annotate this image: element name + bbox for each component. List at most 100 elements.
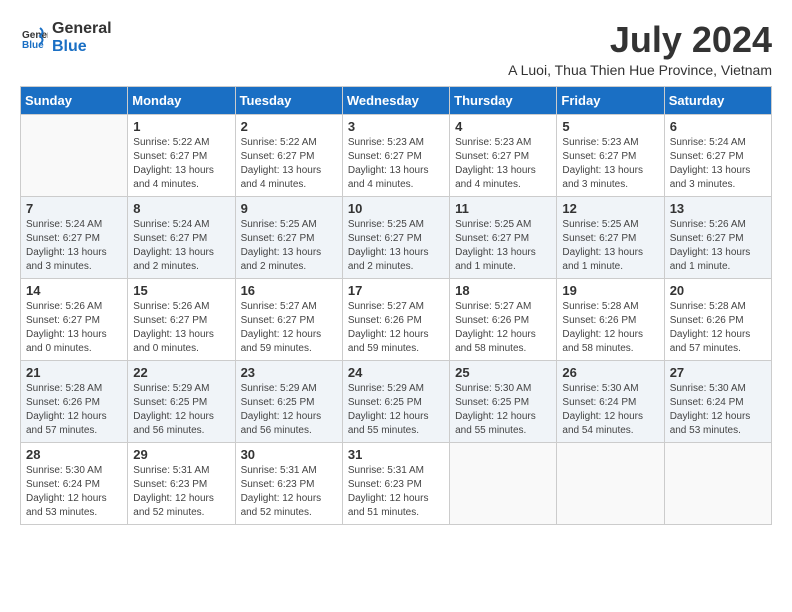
- calendar-cell: 1 Sunrise: 5:22 AMSunset: 6:27 PMDaylight…: [128, 114, 235, 196]
- day-header-friday: Friday: [557, 86, 664, 114]
- logo-general: General: [52, 20, 112, 38]
- calendar-cell: 7 Sunrise: 5:24 AMSunset: 6:27 PMDaylight…: [21, 196, 128, 278]
- day-number: 10: [348, 201, 444, 216]
- calendar-cell: 30Sunrise: 5:31 AMSunset: 6:23 PMDayligh…: [235, 442, 342, 524]
- day-number: 21: [26, 365, 122, 380]
- cell-info: Sunrise: 5:31 AMSunset: 6:23 PMDaylight:…: [241, 464, 337, 520]
- calendar-cell: 29 Sunrise: 5:31 AMSunset: 6:23 PMDayligh…: [128, 442, 235, 524]
- day-number: 29: [133, 447, 229, 462]
- cell-info: Sunrise: 5:23 AMSunset: 6:27 PMDaylight:…: [348, 136, 444, 192]
- day-number: 9: [241, 201, 337, 216]
- day-number: 26: [562, 365, 658, 380]
- calendar-cell: 31 Sunrise: 5:31 AMSunset: 6:23 PMDayligh…: [342, 442, 449, 524]
- day-number: 2: [241, 119, 337, 134]
- day-number: 16: [241, 283, 337, 298]
- title-block: July 2024 A Luoi, Thua Thien Hue Provinc…: [508, 20, 772, 78]
- logo: General Blue General Blue: [20, 20, 112, 55]
- day-number: 31: [348, 447, 444, 462]
- calendar-cell: 28Sunrise: 5:30 AMSunset: 6:24 PMDayligh…: [21, 442, 128, 524]
- day-number: 6: [670, 119, 766, 134]
- calendar-cell: 18 Sunrise: 5:27 AMSunset: 6:26 PMDayligh…: [450, 278, 557, 360]
- day-number: 22: [133, 365, 229, 380]
- calendar-cell: 12 Sunrise: 5:25 AMSunset: 6:27 PMDayligh…: [557, 196, 664, 278]
- cell-info: Sunrise: 5:24 AMSunset: 6:27 PMDaylight:…: [26, 218, 122, 274]
- day-number: 4: [455, 119, 551, 134]
- day-number: 5: [562, 119, 658, 134]
- day-header-monday: Monday: [128, 86, 235, 114]
- calendar-cell: 20 Sunrise: 5:28 AMSunset: 6:26 PMDayligh…: [664, 278, 771, 360]
- cell-info: Sunrise: 5:31 AMSunset: 6:23 PMDaylight:…: [348, 464, 444, 520]
- day-number: 8: [133, 201, 229, 216]
- day-number: 19: [562, 283, 658, 298]
- calendar-cell: 2 Sunrise: 5:22 AMSunset: 6:27 PMDaylight…: [235, 114, 342, 196]
- logo-blue: Blue: [52, 38, 112, 56]
- calendar-cell: 15Sunrise: 5:26 AMSunset: 6:27 PMDayligh…: [128, 278, 235, 360]
- day-header-thursday: Thursday: [450, 86, 557, 114]
- day-number: 27: [670, 365, 766, 380]
- cell-info: Sunrise: 5:25 AMSunset: 6:27 PMDaylight:…: [241, 218, 337, 274]
- calendar-cell: 26Sunrise: 5:30 AMSunset: 6:24 PMDayligh…: [557, 360, 664, 442]
- cell-info: Sunrise: 5:25 AMSunset: 6:27 PMDaylight:…: [455, 218, 551, 274]
- cell-info: Sunrise: 5:30 AMSunset: 6:24 PMDaylight:…: [26, 464, 122, 520]
- day-number: 24: [348, 365, 444, 380]
- svg-text:Blue: Blue: [22, 40, 44, 51]
- calendar-cell: 3Sunrise: 5:23 AMSunset: 6:27 PMDaylight…: [342, 114, 449, 196]
- calendar-cell: 14 Sunrise: 5:26 AMSunset: 6:27 PMDayligh…: [21, 278, 128, 360]
- calendar-cell: 8 Sunrise: 5:24 AMSunset: 6:27 PMDaylight…: [128, 196, 235, 278]
- day-number: 14: [26, 283, 122, 298]
- day-number: 7: [26, 201, 122, 216]
- cell-info: Sunrise: 5:30 AMSunset: 6:24 PMDaylight:…: [670, 382, 766, 438]
- cell-info: Sunrise: 5:27 AMSunset: 6:26 PMDaylight:…: [348, 300, 444, 356]
- calendar-week-row: 28Sunrise: 5:30 AMSunset: 6:24 PMDayligh…: [21, 442, 772, 524]
- cell-info: Sunrise: 5:25 AMSunset: 6:27 PMDaylight:…: [348, 218, 444, 274]
- calendar-cell: 10 Sunrise: 5:25 AMSunset: 6:27 PMDayligh…: [342, 196, 449, 278]
- calendar-week-row: 21 Sunrise: 5:28 AMSunset: 6:26 PMDayligh…: [21, 360, 772, 442]
- day-number: 11: [455, 201, 551, 216]
- logo-icon: General Blue: [20, 24, 48, 52]
- cell-info: Sunrise: 5:25 AMSunset: 6:27 PMDaylight:…: [562, 218, 658, 274]
- cell-info: Sunrise: 5:28 AMSunset: 6:26 PMDaylight:…: [26, 382, 122, 438]
- cell-info: Sunrise: 5:26 AMSunset: 6:27 PMDaylight:…: [26, 300, 122, 356]
- day-number: 20: [670, 283, 766, 298]
- calendar-cell: 4Sunrise: 5:23 AMSunset: 6:27 PMDaylight…: [450, 114, 557, 196]
- day-number: 17: [348, 283, 444, 298]
- day-number: 18: [455, 283, 551, 298]
- cell-info: Sunrise: 5:24 AMSunset: 6:27 PMDaylight:…: [133, 218, 229, 274]
- day-header-wednesday: Wednesday: [342, 86, 449, 114]
- calendar-cell: [21, 114, 128, 196]
- calendar-cell: 9 Sunrise: 5:25 AMSunset: 6:27 PMDaylight…: [235, 196, 342, 278]
- calendar-cell: 17 Sunrise: 5:27 AMSunset: 6:26 PMDayligh…: [342, 278, 449, 360]
- day-number: 12: [562, 201, 658, 216]
- day-number: 1: [133, 119, 229, 134]
- cell-info: Sunrise: 5:29 AMSunset: 6:25 PMDaylight:…: [241, 382, 337, 438]
- day-number: 23: [241, 365, 337, 380]
- cell-info: Sunrise: 5:22 AMSunset: 6:27 PMDaylight:…: [241, 136, 337, 192]
- day-number: 25: [455, 365, 551, 380]
- calendar-cell: 13Sunrise: 5:26 AMSunset: 6:27 PMDayligh…: [664, 196, 771, 278]
- calendar-cell: 6Sunrise: 5:24 AMSunset: 6:27 PMDaylight…: [664, 114, 771, 196]
- calendar-cell: 23 Sunrise: 5:29 AMSunset: 6:25 PMDayligh…: [235, 360, 342, 442]
- cell-info: Sunrise: 5:29 AMSunset: 6:25 PMDaylight:…: [348, 382, 444, 438]
- calendar-cell: 24 Sunrise: 5:29 AMSunset: 6:25 PMDayligh…: [342, 360, 449, 442]
- cell-info: Sunrise: 5:23 AMSunset: 6:27 PMDaylight:…: [562, 136, 658, 192]
- calendar-cell: 11 Sunrise: 5:25 AMSunset: 6:27 PMDayligh…: [450, 196, 557, 278]
- calendar-cell: 25 Sunrise: 5:30 AMSunset: 6:25 PMDayligh…: [450, 360, 557, 442]
- cell-info: Sunrise: 5:30 AMSunset: 6:25 PMDaylight:…: [455, 382, 551, 438]
- calendar-cell: 16 Sunrise: 5:27 AMSunset: 6:27 PMDayligh…: [235, 278, 342, 360]
- calendar-cell: 27 Sunrise: 5:30 AMSunset: 6:24 PMDayligh…: [664, 360, 771, 442]
- cell-info: Sunrise: 5:28 AMSunset: 6:26 PMDaylight:…: [670, 300, 766, 356]
- day-header-saturday: Saturday: [664, 86, 771, 114]
- calendar-cell: [664, 442, 771, 524]
- day-header-sunday: Sunday: [21, 86, 128, 114]
- day-header-tuesday: Tuesday: [235, 86, 342, 114]
- cell-info: Sunrise: 5:31 AMSunset: 6:23 PMDaylight:…: [133, 464, 229, 520]
- cell-info: Sunrise: 5:29 AMSunset: 6:25 PMDaylight:…: [133, 382, 229, 438]
- calendar-week-row: 7 Sunrise: 5:24 AMSunset: 6:27 PMDaylight…: [21, 196, 772, 278]
- cell-info: Sunrise: 5:22 AMSunset: 6:27 PMDaylight:…: [133, 136, 229, 192]
- cell-info: Sunrise: 5:28 AMSunset: 6:26 PMDaylight:…: [562, 300, 658, 356]
- calendar-body: 1 Sunrise: 5:22 AMSunset: 6:27 PMDaylight…: [21, 114, 772, 524]
- cell-info: Sunrise: 5:27 AMSunset: 6:27 PMDaylight:…: [241, 300, 337, 356]
- cell-info: Sunrise: 5:27 AMSunset: 6:26 PMDaylight:…: [455, 300, 551, 356]
- calendar-cell: 5 Sunrise: 5:23 AMSunset: 6:27 PMDaylight…: [557, 114, 664, 196]
- calendar-cell: 22 Sunrise: 5:29 AMSunset: 6:25 PMDayligh…: [128, 360, 235, 442]
